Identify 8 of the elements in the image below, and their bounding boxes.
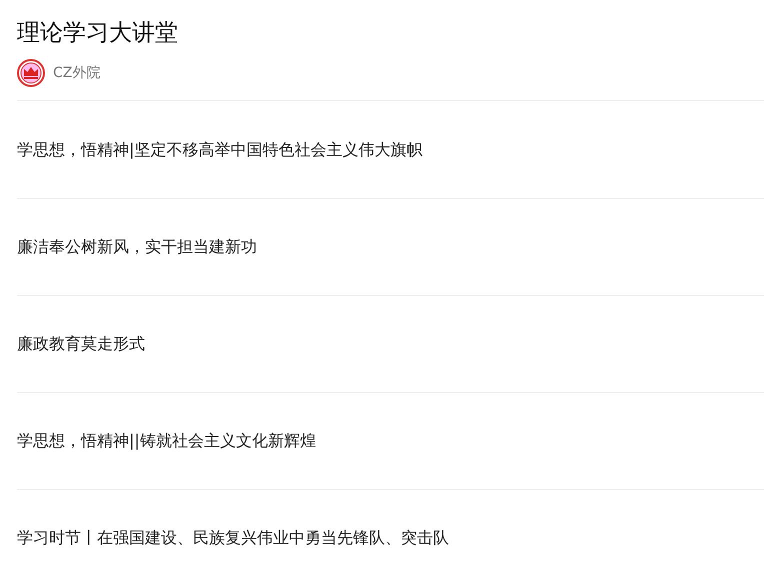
article-link[interactable]: 廉洁奉公树新风，实干担当建新功 [17, 235, 257, 259]
article-link[interactable]: 廉政教育莫走形式 [17, 332, 145, 356]
page-title: 理论学习大讲堂 [17, 19, 179, 48]
account-name[interactable]: CZ外院 [53, 62, 100, 84]
article-link[interactable]: 学思想，悟精神|坚定不移高举中国特色社会主义伟大旗帜 [17, 138, 422, 162]
article-link[interactable]: 学思想，悟精神||铸就社会主义文化新辉煌 [17, 429, 316, 453]
article-link[interactable]: 学习时节丨在强国建设、民族复兴伟业中勇当先锋队、突击队 [17, 526, 449, 550]
account-avatar-icon [17, 59, 45, 87]
